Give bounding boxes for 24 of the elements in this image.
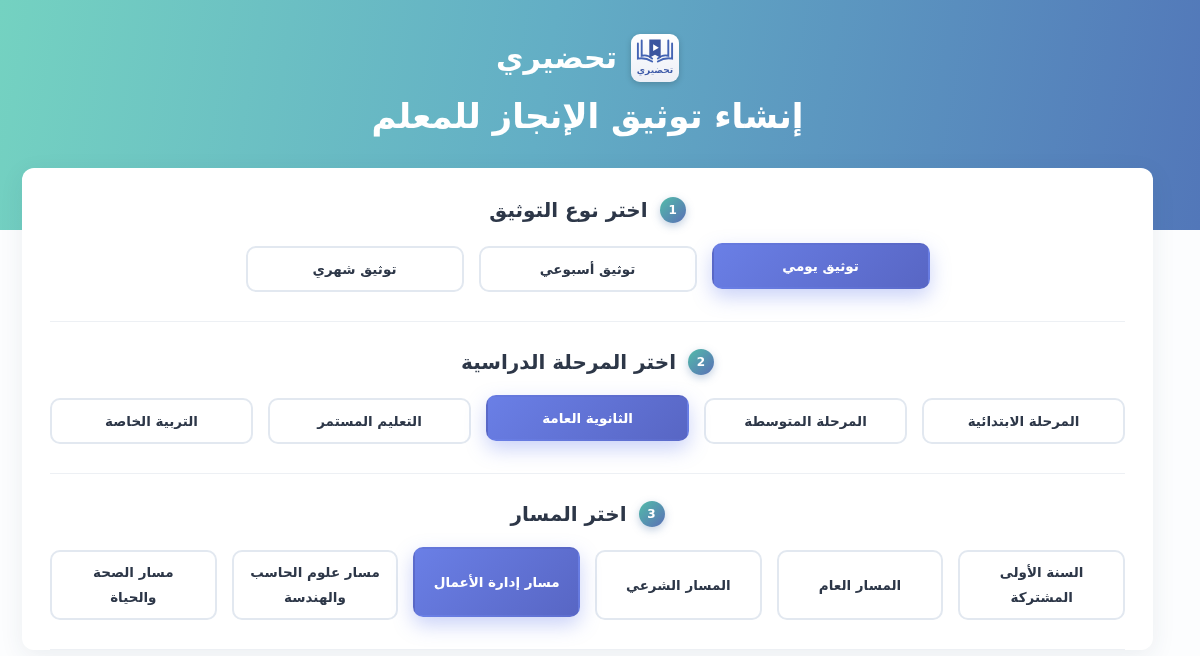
section-title: اختر المرحلة الدراسية bbox=[461, 349, 676, 376]
option-button[interactable]: السنة الأولى المشتركة bbox=[958, 550, 1125, 620]
book-play-icon bbox=[635, 38, 674, 64]
option-button[interactable]: التعليم المستمر bbox=[268, 398, 471, 444]
step-number: 3 bbox=[638, 501, 665, 527]
option-button[interactable]: توثيق شهري bbox=[245, 246, 464, 292]
option-button[interactable]: توثيق أسبوعي bbox=[478, 246, 697, 292]
option-button[interactable]: التربية الخاصة bbox=[50, 398, 253, 444]
section-title: اختر نوع التوثيق bbox=[489, 197, 648, 224]
step-number: 2 bbox=[688, 349, 714, 375]
logo-caption: تحضيري bbox=[636, 64, 674, 76]
option-button[interactable]: المرحلة الابتدائية bbox=[922, 398, 1125, 444]
option-button[interactable]: المسار الشرعي bbox=[595, 550, 762, 620]
option-button[interactable]: المرحلة المتوسطة bbox=[704, 398, 907, 444]
option-button[interactable]: المسار العام bbox=[776, 550, 944, 620]
page-title: إنشاء توثيق الإنجاز للمعلم bbox=[371, 95, 804, 138]
option-button[interactable]: مسار إدارة الأعمال bbox=[413, 547, 580, 617]
option-button[interactable]: مسار الصحة والحياة bbox=[50, 550, 217, 620]
step-number: 1 bbox=[659, 197, 686, 223]
section-title: اختر المسار bbox=[510, 501, 627, 528]
option-button[interactable]: مسار علوم الحاسب والهندسة bbox=[231, 550, 399, 620]
option-button[interactable]: توثيق يومي bbox=[711, 243, 930, 289]
brand-name: تحضيري bbox=[496, 39, 617, 77]
option-button[interactable]: الثانوية العامة bbox=[486, 395, 689, 441]
